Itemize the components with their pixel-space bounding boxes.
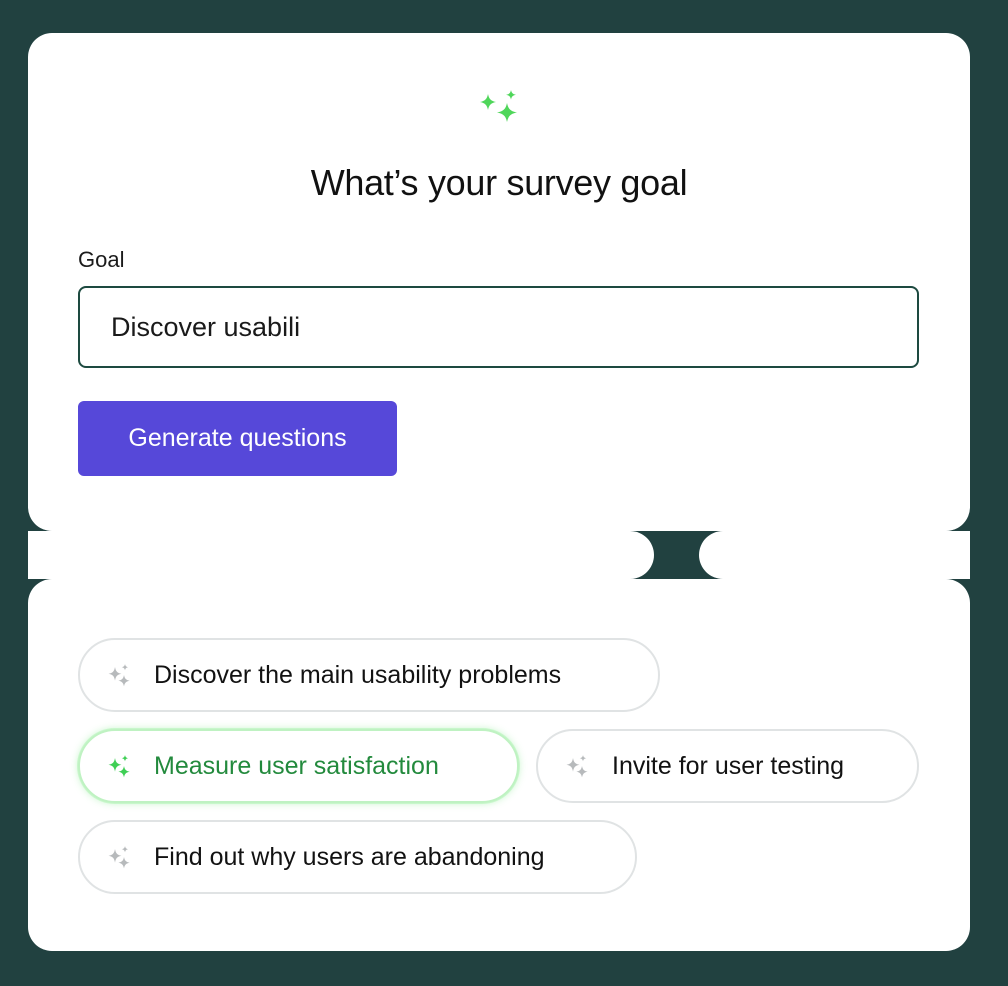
goal-field[interactable] (78, 286, 919, 368)
sparkles-icon (566, 755, 588, 778)
sparkles-icon (108, 755, 130, 778)
suggestion-chip-label: Invite for user testing (612, 751, 845, 780)
sparkles-icon (108, 846, 130, 869)
card-connector-left (28, 531, 654, 579)
goal-label: Goal (78, 247, 125, 272)
suggestion-chip-user-satisfaction[interactable]: Measure user satisfaction (78, 729, 519, 803)
suggestion-chip-abandoning[interactable]: Find out why users are abandoning (78, 820, 637, 894)
page-title: What’s your survey goal (310, 162, 688, 203)
suggestion-chip-label: Discover the main usability problems (154, 660, 562, 689)
suggestion-chip-label: Measure user satisfaction (154, 751, 439, 780)
sparkles-icon (108, 664, 130, 687)
goal-input[interactable] (111, 288, 871, 366)
suggestion-chip-user-testing[interactable]: Invite for user testing (536, 729, 919, 803)
generate-questions-button[interactable]: Generate questions (78, 401, 397, 476)
suggestion-chip-usability-problems[interactable]: Discover the main usability problems (78, 638, 660, 712)
card-connector-right (699, 531, 970, 579)
suggestion-chip-label: Find out why users are abandoning (154, 842, 545, 871)
sparkles-icon (480, 90, 517, 122)
